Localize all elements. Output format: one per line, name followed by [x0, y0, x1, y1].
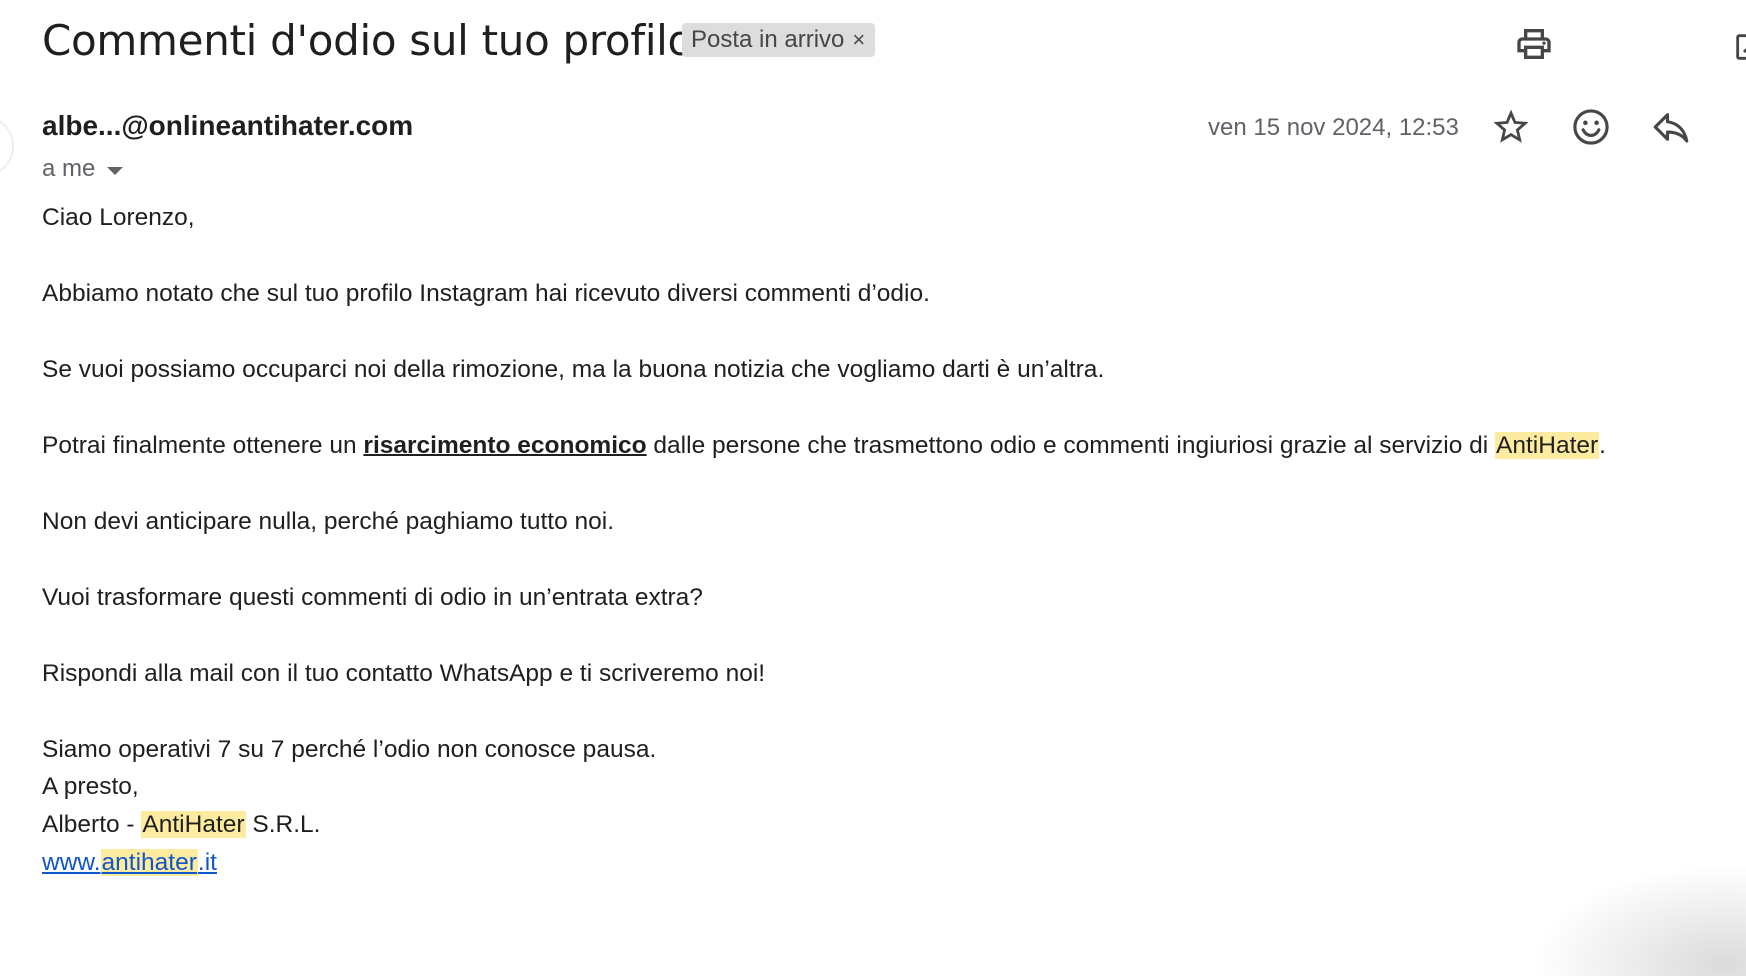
- greeting: Ciao Lorenzo,: [42, 204, 195, 231]
- subject-row: Commenti d'odio sul tuo profilo Posta in…: [42, 8, 1746, 78]
- signature: A presto, Alberto - AntiHater S.R.L. www…: [42, 768, 1722, 882]
- paragraph-6: Rispondi alla mail con il tuo contatto W…: [42, 660, 766, 687]
- website-suffix: .it: [197, 849, 217, 876]
- signature-person: Alberto -: [42, 811, 142, 838]
- email-body: Ciao Lorenzo, Abbiamo notato che sul tuo…: [42, 204, 1722, 882]
- website-brand-highlight: antihater: [100, 849, 198, 876]
- signature-company: S.R.L.: [245, 811, 321, 838]
- signature-brand-highlight: AntiHater: [141, 811, 246, 838]
- paragraph-3-middle: dalle persone che trasmettono odio e com…: [646, 432, 1496, 459]
- label-chip-inbox[interactable]: Posta in arrivo ×: [682, 23, 876, 57]
- emoji-reaction-icon[interactable]: [1570, 106, 1612, 148]
- email-subject: Commenti d'odio sul tuo profilo: [42, 16, 693, 65]
- paragraph-4: Non devi anticipare nulla, perché paghia…: [42, 508, 615, 535]
- paragraph-3: Potrai finalmente ottenere un risarcimen…: [42, 432, 1722, 460]
- paragraph-7: Siamo operativi 7 su 7 perché l’odio non…: [42, 736, 657, 763]
- star-outline-icon[interactable]: [1490, 106, 1532, 148]
- corner-shadow: [1516, 856, 1746, 976]
- email-date: ven 15 nov 2024, 12:53: [1208, 114, 1459, 141]
- reply-icon[interactable]: [1650, 106, 1692, 148]
- paragraph-5: Vuoi trasformare questi commenti di odio…: [42, 584, 703, 611]
- paragraph-3-start: Potrai finalmente ottenere un: [42, 432, 364, 459]
- compensation-link[interactable]: risarcimento economico: [363, 432, 646, 459]
- recipient-label: a me: [42, 155, 96, 182]
- paragraph-2: Se vuoi possiamo occuparci noi della rim…: [42, 356, 1105, 383]
- caret-down-icon[interactable]: [107, 166, 124, 175]
- paragraph-3-end: .: [1599, 432, 1606, 459]
- closing: A presto,: [42, 773, 139, 800]
- open-in-new-icon[interactable]: [1732, 30, 1746, 64]
- sender-address[interactable]: albe...@onlineantihater.com: [42, 110, 413, 142]
- website-prefix: www.: [42, 849, 101, 876]
- paragraph-1: Abbiamo notato che sul tuo profilo Insta…: [42, 280, 930, 307]
- recipient-details[interactable]: a me: [42, 155, 124, 183]
- remove-label-icon[interactable]: ×: [852, 29, 865, 51]
- sender-avatar[interactable]: [0, 115, 14, 177]
- website-link[interactable]: www.antihater.it: [42, 844, 1722, 882]
- print-icon[interactable]: [1514, 24, 1554, 64]
- brand-highlight: AntiHater: [1495, 432, 1600, 459]
- label-chip-text: Posta in arrivo: [691, 26, 845, 53]
- signature-name: Alberto - AntiHater S.R.L.: [42, 806, 1722, 844]
